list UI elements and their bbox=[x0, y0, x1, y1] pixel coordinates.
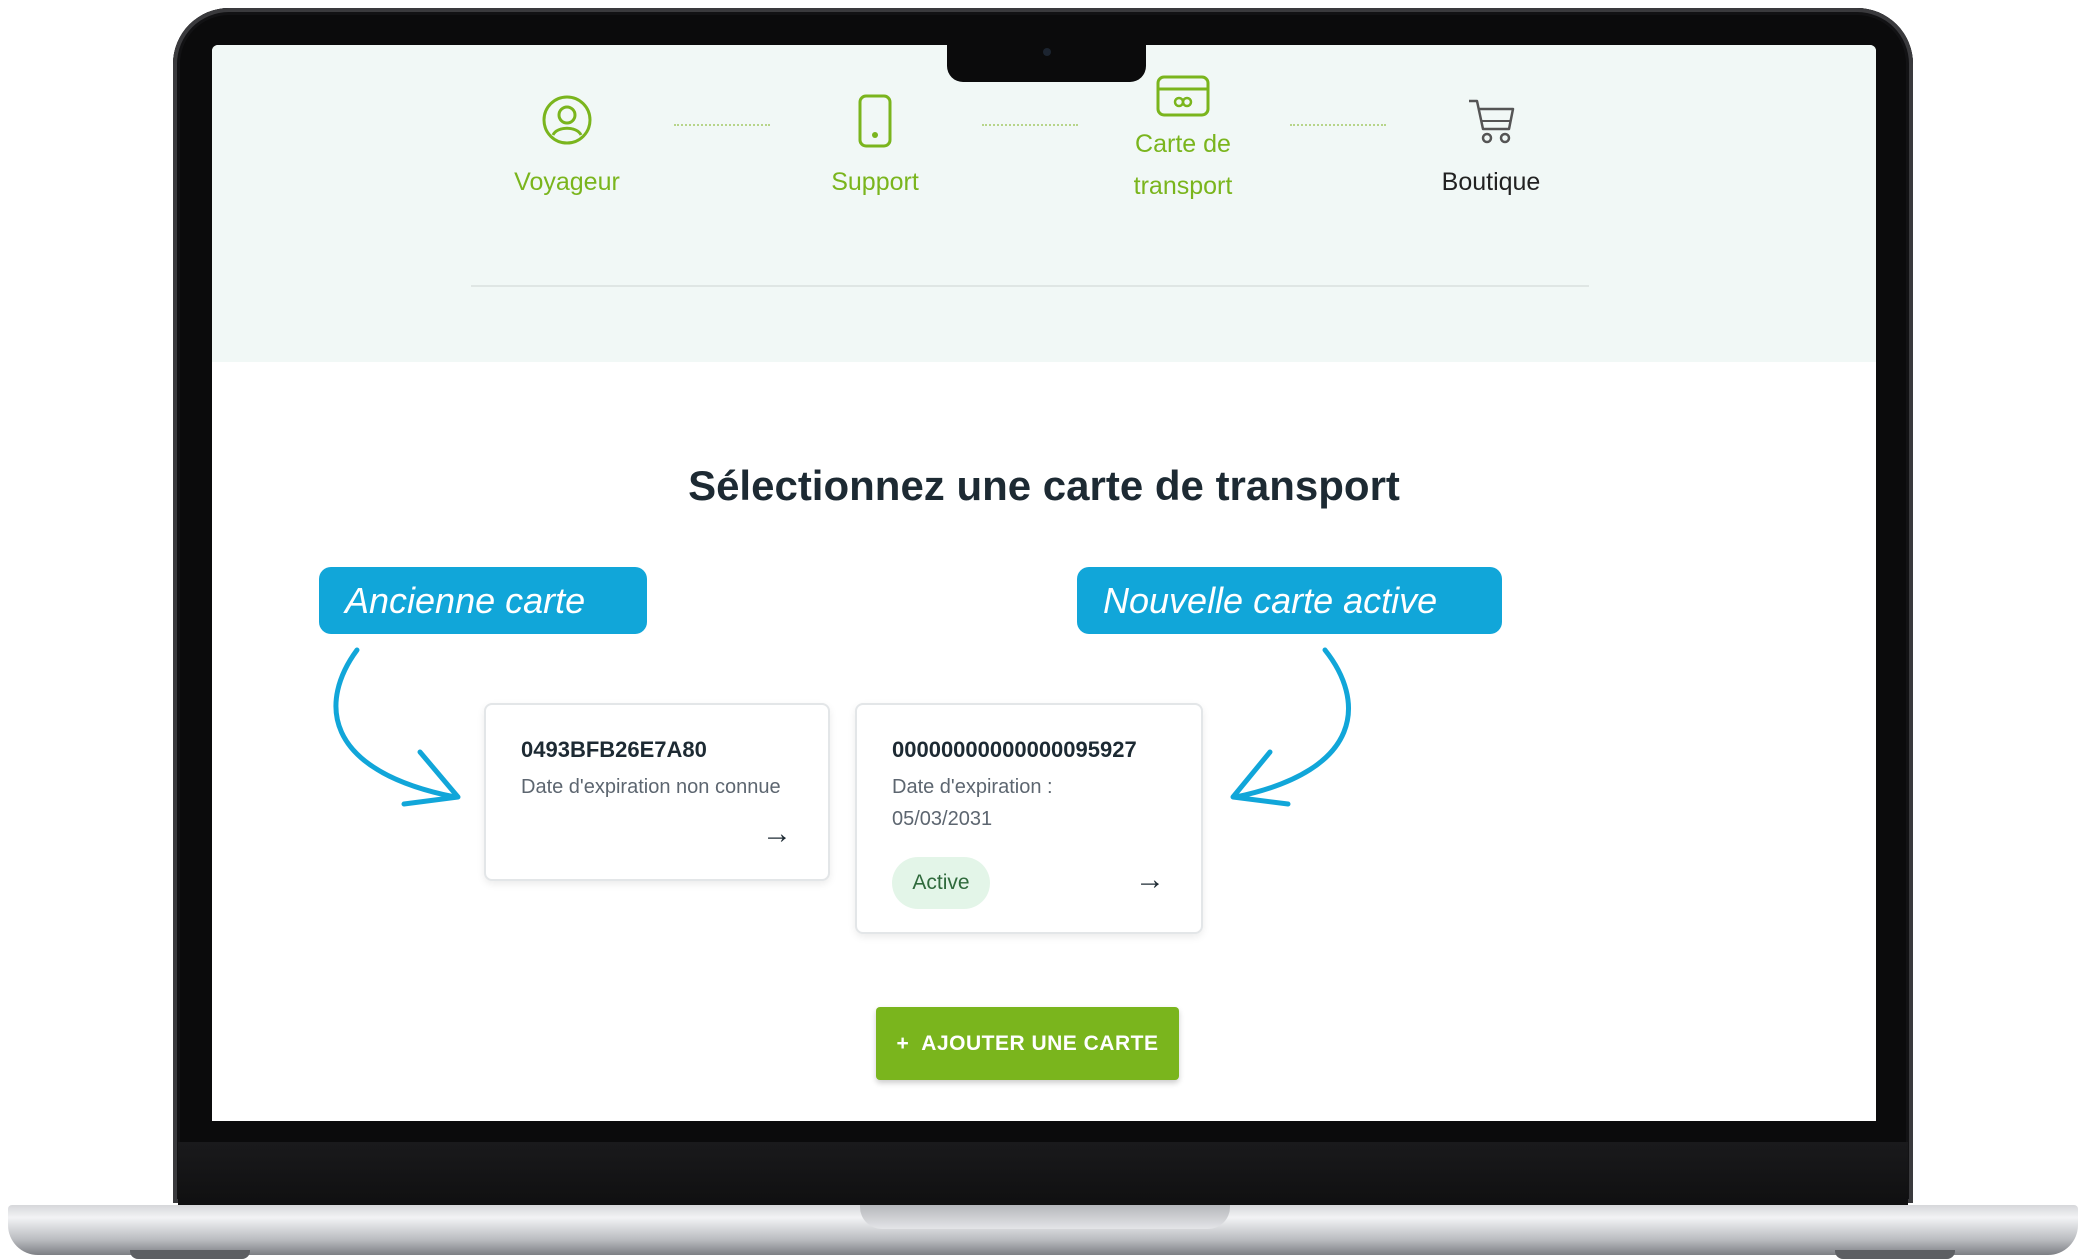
camera-notch bbox=[947, 40, 1146, 82]
callout-arrows bbox=[333, 647, 1351, 807]
arrow-head-left-icon bbox=[401, 749, 461, 807]
camera-icon bbox=[1043, 48, 1051, 56]
arrow-head-right-icon bbox=[1230, 749, 1291, 807]
